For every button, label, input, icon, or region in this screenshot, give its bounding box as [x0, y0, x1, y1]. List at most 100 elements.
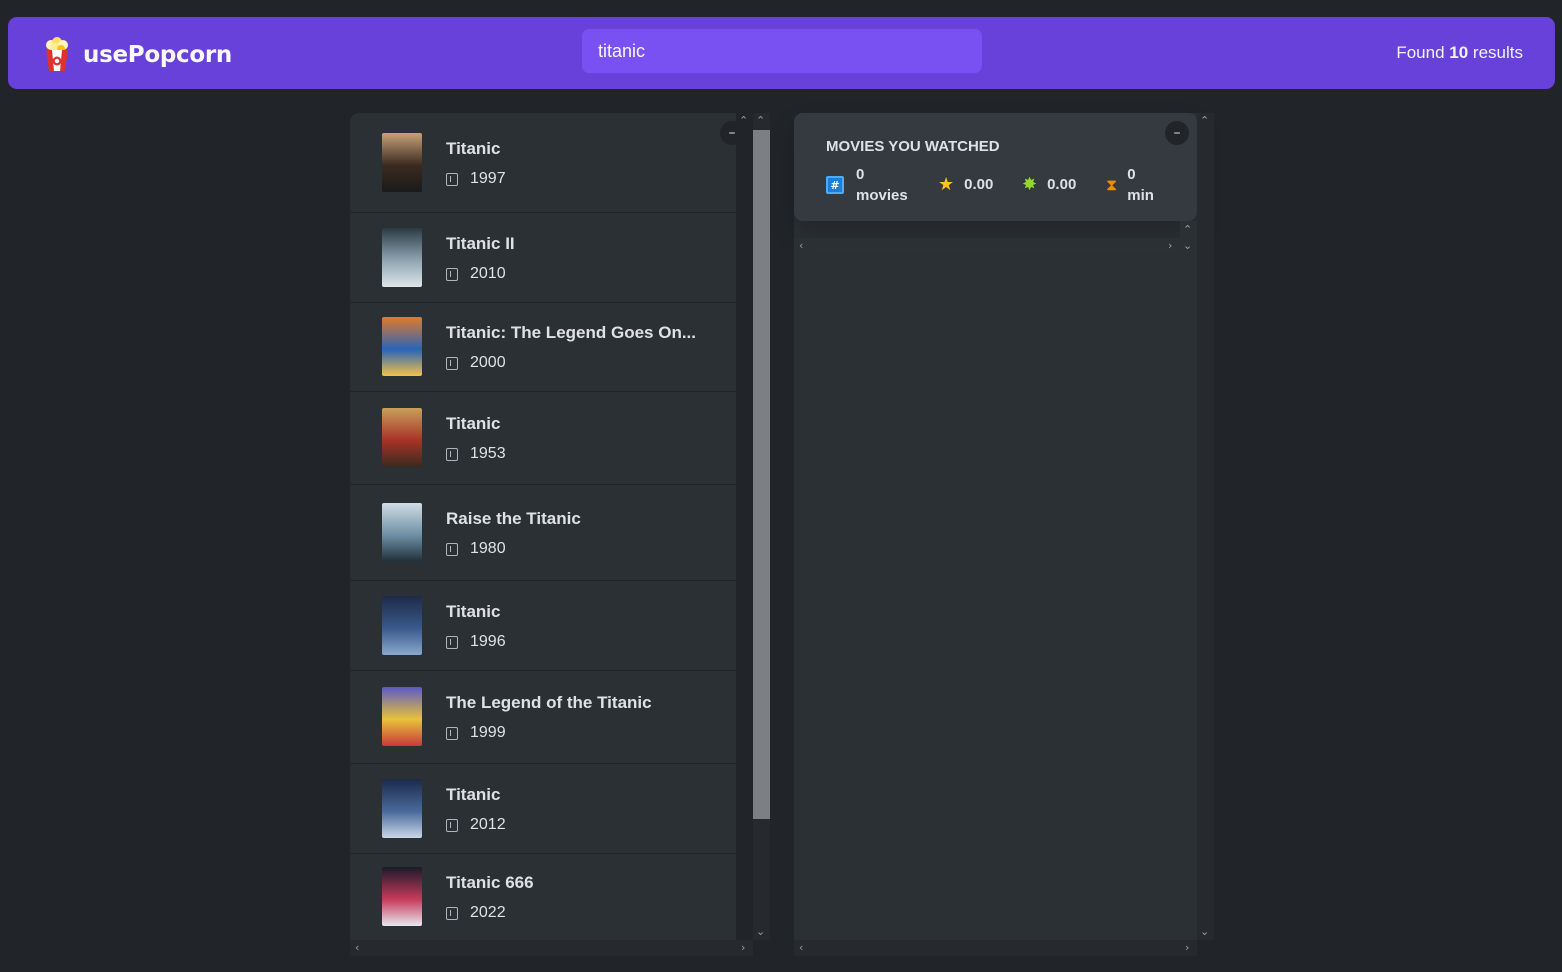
movie-title: Titanic: The Legend Goes On... [446, 323, 696, 342]
calendar-icon [446, 635, 458, 649]
movie-poster [382, 133, 422, 192]
scroll-down-arrow-icon[interactable]: ⌄ [756, 926, 765, 937]
movie-year: 2012 [470, 816, 506, 833]
calendar-icon [446, 172, 458, 186]
movie-poster [382, 503, 422, 562]
movies-label: movies [856, 187, 908, 204]
stat-imdb-rating: ★ 0.00 [938, 174, 993, 195]
stat-movies: # 0 movies [826, 164, 908, 206]
glowing-star-icon: ✸ [1022, 174, 1038, 195]
movie-year-row: 1999 [446, 724, 506, 742]
movie-year-row: 2022 [446, 904, 506, 922]
movie-year: 1980 [470, 540, 506, 557]
movie-poster [382, 867, 422, 926]
nav-bar: usePopcorn Found 10 results [8, 17, 1555, 89]
stat-movies-value: 0 movies [856, 164, 908, 206]
collapse-watched-button[interactable]: – [1165, 121, 1189, 145]
scroll-down-arrow-icon[interactable]: ⌄ [1200, 926, 1209, 937]
movie-list-item[interactable]: Titanic 1997 [350, 113, 736, 213]
logo: usePopcorn [42, 37, 232, 73]
movie-year: 2000 [470, 354, 506, 371]
star-icon: ★ [938, 174, 955, 195]
movie-year-row: 2010 [446, 265, 506, 283]
movie-year: 2022 [470, 904, 506, 921]
results-number: 10 [1449, 43, 1469, 62]
stat-runtime: ⧗ 0 min [1106, 164, 1154, 206]
movie-list-item[interactable]: Titanic 2012 [350, 764, 736, 854]
movie-title: Titanic [446, 785, 501, 804]
scroll-right-arrow-icon[interactable]: › [741, 942, 745, 953]
calendar-icon [446, 542, 458, 556]
scroll-right-arrow-icon[interactable]: › [1168, 240, 1172, 251]
collapse-results-button[interactable]: – [720, 121, 744, 145]
movie-list-scroll-thumb[interactable] [753, 130, 770, 819]
search-input[interactable] [582, 29, 982, 73]
app-name: usePopcorn [83, 42, 232, 68]
movie-poster [382, 228, 422, 287]
movie-title: Titanic [446, 139, 501, 158]
avg-user-rating: 0.00 [1047, 176, 1077, 193]
results-count: Found 10 results [1396, 43, 1523, 63]
movie-year-row: 2012 [446, 816, 506, 834]
movie-list-item[interactable]: Titanic 1953 [350, 392, 736, 485]
avg-imdb-rating: 0.00 [964, 176, 994, 193]
movies-count: 0 [856, 166, 865, 183]
movie-poster [382, 596, 422, 655]
search-results-box: Titanic 1997 Titanic II 2010 Titanic: The Le… [350, 113, 736, 940]
movie-title: Raise the Titanic [446, 509, 581, 528]
calendar-icon [446, 726, 458, 740]
hourglass-icon: ⧗ [1106, 175, 1118, 194]
movie-year: 1996 [470, 633, 506, 650]
scroll-left-arrow-icon[interactable]: ‹ [799, 942, 803, 953]
movie-list-item[interactable]: Titanic 1996 [350, 581, 736, 671]
movie-title: Titanic [446, 602, 501, 621]
movie-year: 1999 [470, 724, 506, 741]
movie-year: 1953 [470, 445, 506, 462]
movie-list-item[interactable]: The Legend of the Titanic 1999 [350, 671, 736, 764]
movie-list: Titanic 1997 Titanic II 2010 Titanic: The Le… [350, 113, 736, 940]
results-prefix: Found [1396, 43, 1445, 62]
results-suffix: results [1472, 43, 1523, 62]
movie-list-item[interactable]: Titanic II 2010 [350, 213, 736, 303]
movie-title: The Legend of the Titanic [446, 693, 652, 712]
stat-user-rating: ✸ 0.00 [1022, 174, 1076, 195]
movie-poster [382, 317, 422, 376]
movie-year: 2010 [470, 265, 506, 282]
scroll-left-arrow-icon[interactable]: ‹ [355, 942, 359, 953]
scroll-up-arrow-icon[interactable]: ⌃ [1183, 224, 1192, 235]
runtime-label: min [1127, 187, 1154, 204]
movie-year: 1997 [470, 170, 506, 187]
scroll-right-arrow-icon[interactable]: › [1185, 942, 1189, 953]
scroll-up-arrow-icon[interactable]: ⌃ [1200, 115, 1209, 126]
popcorn-icon [46, 37, 68, 71]
movie-year-row: 1997 [446, 170, 506, 188]
movie-title: Titanic II [446, 234, 515, 253]
movie-poster [382, 687, 422, 746]
movie-year-row: 1980 [446, 540, 506, 558]
scroll-down-arrow-icon[interactable]: ⌄ [1183, 240, 1192, 251]
calendar-icon [446, 267, 458, 281]
movie-list-item[interactable]: Titanic 666 2022 [350, 854, 736, 940]
movie-list-hscrollbar[interactable] [350, 940, 753, 956]
movie-poster [382, 779, 422, 838]
hash-icon: # [826, 176, 844, 194]
watched-vscrollbar[interactable] [1197, 113, 1214, 940]
summary-hscrollbar[interactable] [794, 238, 1180, 254]
movie-year-row: 2000 [446, 354, 506, 372]
scroll-left-arrow-icon[interactable]: ‹ [799, 240, 803, 251]
movie-year-row: 1996 [446, 633, 506, 651]
scroll-up-arrow-icon[interactable]: ⌃ [756, 115, 765, 126]
movie-list-item[interactable]: Titanic: The Legend Goes On... 2000 [350, 303, 736, 392]
calendar-icon [446, 906, 458, 920]
calendar-icon [446, 356, 458, 370]
watched-summary: MOVIES YOU WATCHED # 0 movies ★ 0.00 ✸ 0… [794, 113, 1197, 221]
movie-title: Titanic [446, 414, 501, 433]
movie-poster [382, 408, 422, 467]
movie-list-item[interactable]: Raise the Titanic 1980 [350, 485, 736, 581]
summary-heading: MOVIES YOU WATCHED [826, 138, 1000, 155]
calendar-icon [446, 447, 458, 461]
movie-title: Titanic 666 [446, 873, 534, 892]
watched-hscrollbar[interactable] [794, 940, 1197, 956]
stat-runtime-value: 0 min [1127, 164, 1154, 206]
calendar-icon [446, 818, 458, 832]
